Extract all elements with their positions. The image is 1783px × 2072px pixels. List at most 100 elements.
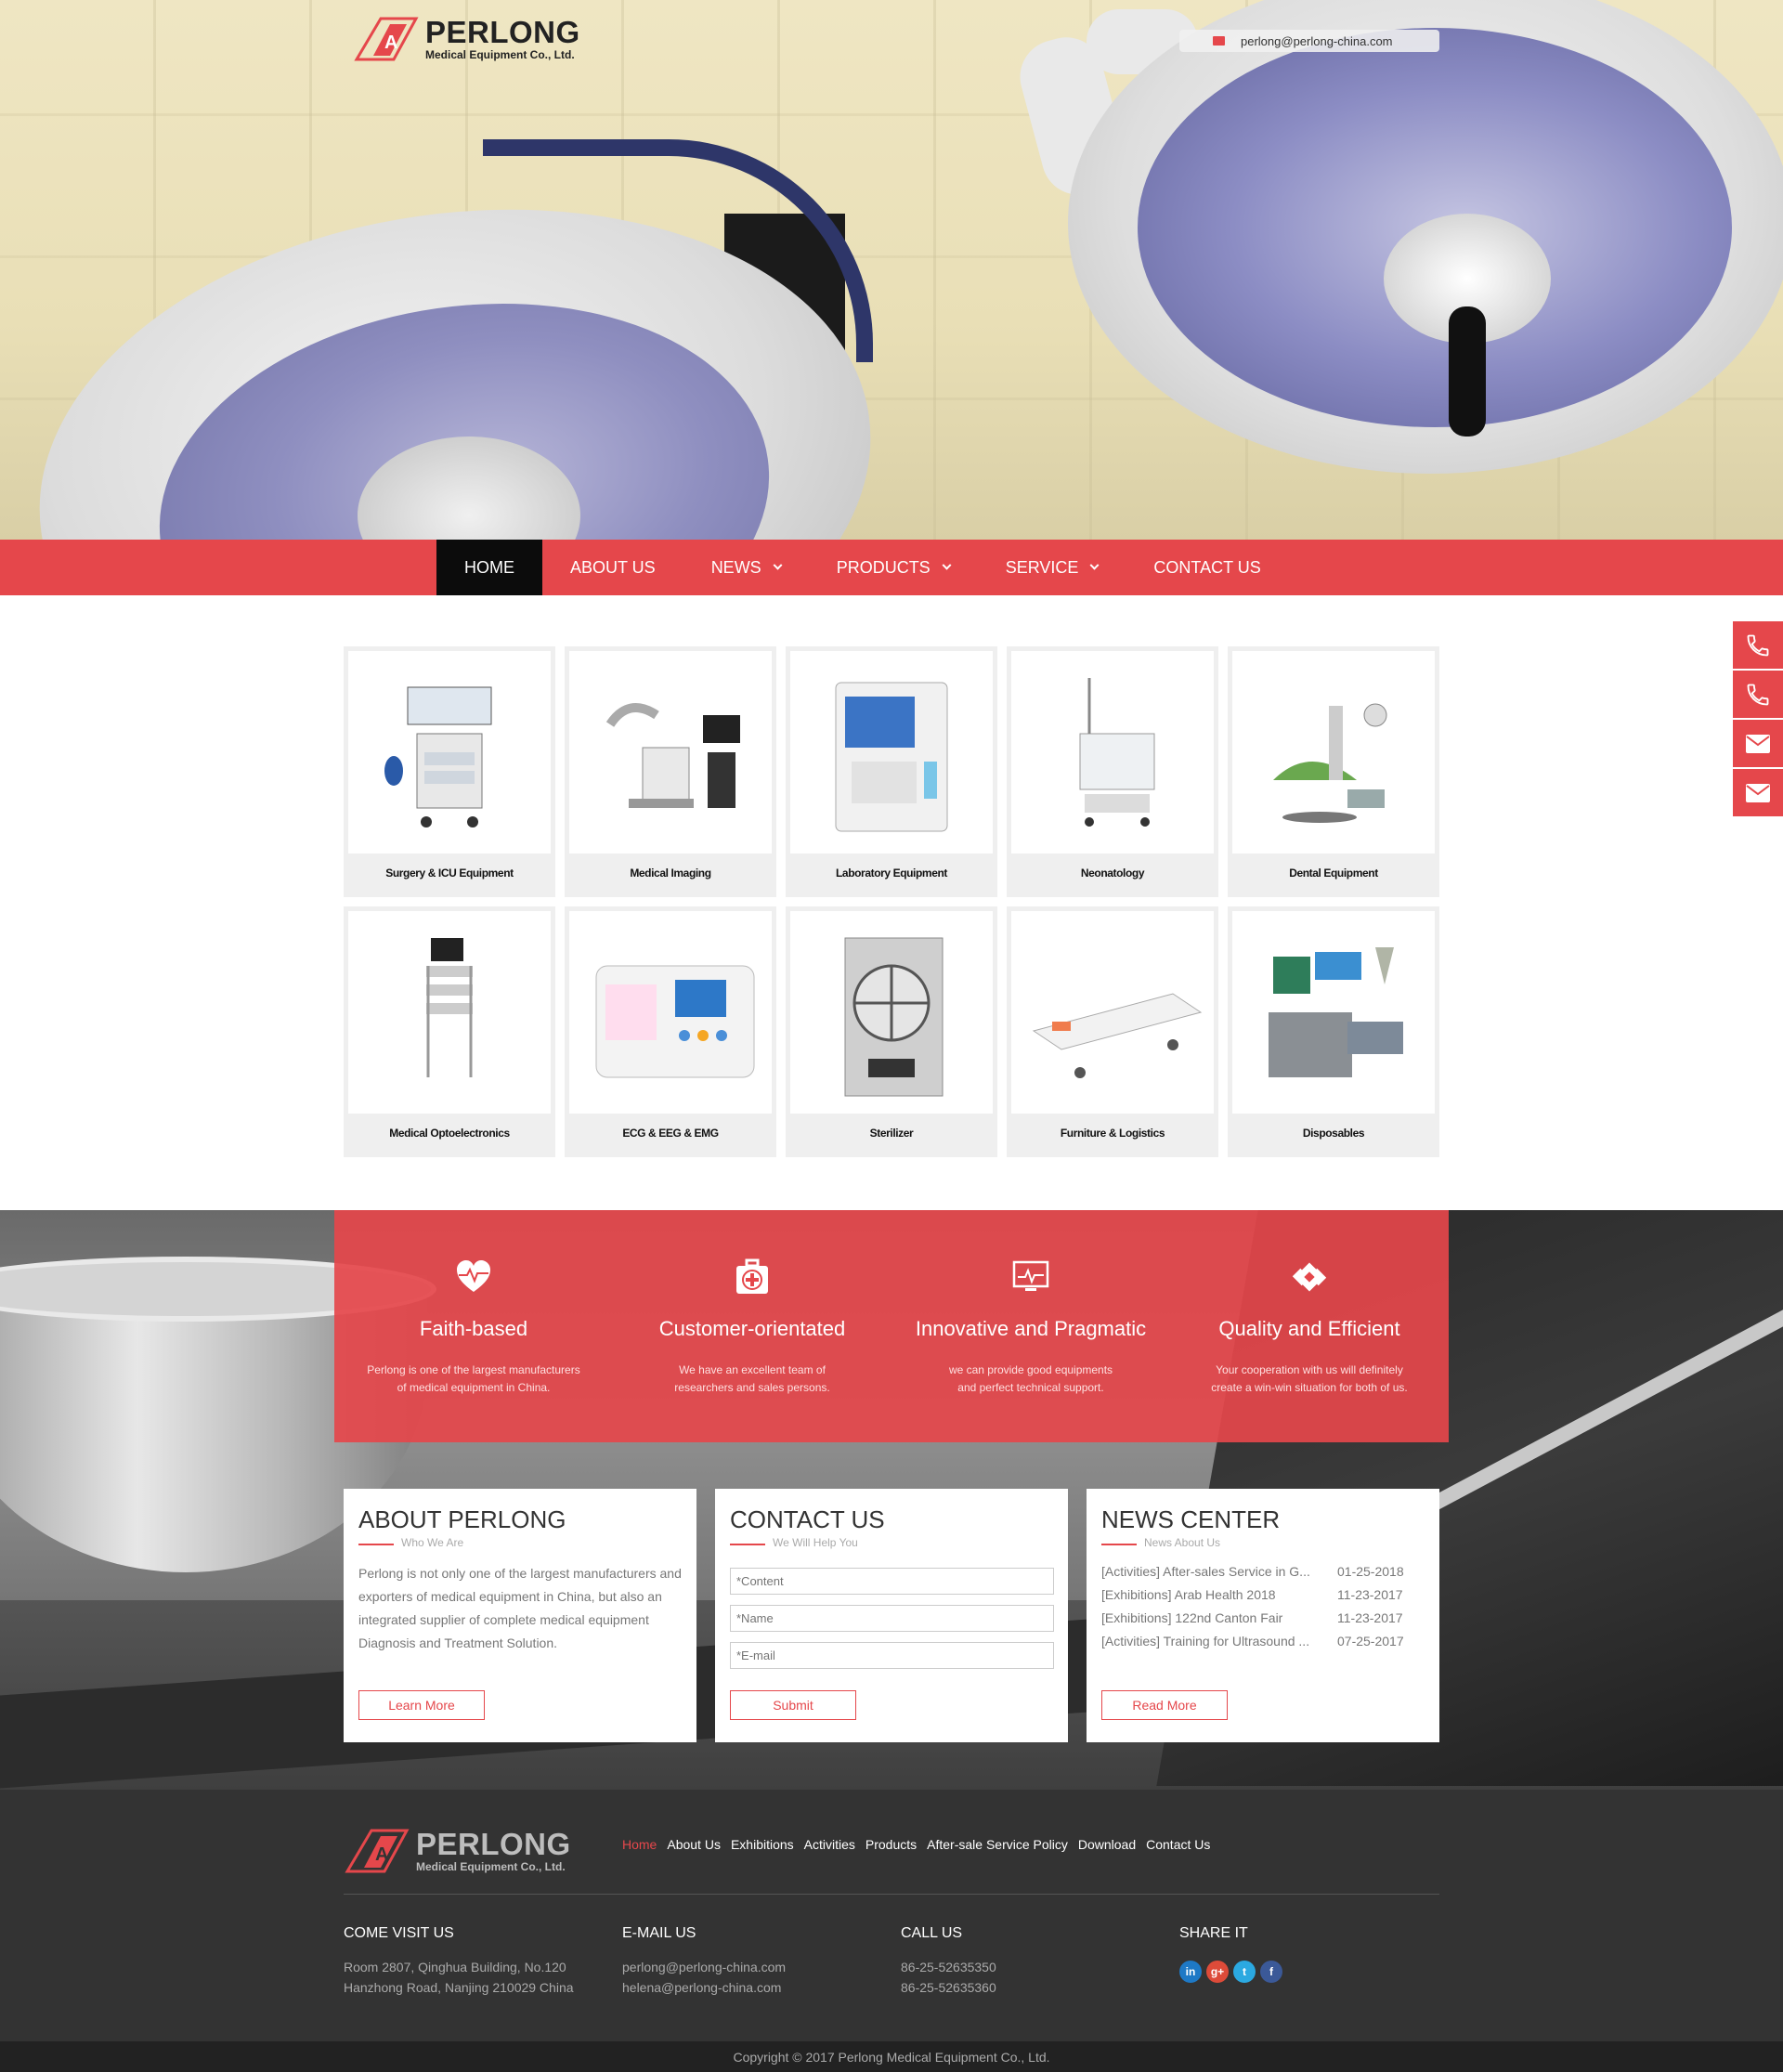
product-card[interactable]: Surgery & ICU Equipment [344,646,555,897]
news-item[interactable]: [Activities] Training for Ultrasound ...… [1101,1630,1425,1653]
email-input[interactable] [730,1642,1054,1669]
google-plus-icon[interactable]: g+ [1206,1961,1229,1983]
side-phone-button-2[interactable] [1733,671,1783,720]
product-card[interactable]: Laboratory Equipment [786,646,997,897]
footer-col-title: COME VISIT US [344,1925,454,1941]
product-label: Laboratory Equipment [835,867,947,880]
news-item[interactable]: [Exhibitions] 122nd Canton Fair 11-23-201… [1101,1607,1425,1630]
header-email[interactable]: perlong@perlong-china.com [1179,30,1439,52]
product-image [569,651,772,854]
envelope-icon [1213,36,1225,46]
nav-item-contact-us[interactable]: CONTACT US [1126,540,1288,595]
footer-nav: Home About Us Exhibitions Activities Product… [622,1837,1210,1852]
news-item[interactable]: [Exhibitions] Arab Health 2018 11-23-2017 [1101,1583,1425,1607]
submit-button[interactable]: Submit [730,1690,856,1720]
phone-number: 86-25-52635360 [901,1980,996,1995]
footer-link-about-us[interactable]: About Us [667,1837,721,1852]
twitter-icon[interactable]: t [1233,1961,1256,1983]
features-strip: Faith-based Perlong is one of the larges… [334,1210,1449,1442]
svg-text:A: A [375,1844,388,1865]
address-line: Hanzhong Road, Nanjing 210029 China [344,1980,574,1995]
nav-item-products[interactable]: PRODUCTS [809,540,978,595]
email-link[interactable]: helena@perlong-china.com [622,1977,901,1998]
product-label: ECG & EEG & EMG [622,1127,719,1140]
content-input[interactable] [730,1568,1054,1595]
footer-link-exhibitions[interactable]: Exhibitions [731,1837,794,1852]
feature-title: Quality and Efficient [1218,1317,1400,1340]
side-email-button-1[interactable] [1733,720,1783,769]
feature-title: Innovative and Pragmatic [915,1317,1147,1340]
monitor-icon [1012,1260,1049,1291]
learn-more-button[interactable]: Learn More [358,1690,485,1720]
product-image [790,911,993,1114]
product-card[interactable]: ECG & EEG & EMG [565,906,776,1157]
feature-desc-line: researchers and sales persons. [674,1381,830,1394]
product-card[interactable]: Furniture & Logistics [1007,906,1218,1157]
envelope-icon [1746,734,1770,753]
footer-link-products[interactable]: Products [865,1837,917,1852]
main-nav: HOME ABOUT US NEWS PRODUCTS SERVICE CONTACT U… [0,540,1783,595]
phone-icon [1747,634,1769,656]
footer-col-title: CALL US [901,1925,963,1941]
product-image [348,651,551,854]
product-categories: Surgery & ICU Equipment Medical Imaging La… [344,646,1439,1157]
product-image [348,911,551,1114]
feature-faith-based: Faith-based Perlong is one of the larges… [334,1210,613,1442]
panel-title: ABOUT PERLONG [358,1505,566,1533]
footer-link-contact-us[interactable]: Contact Us [1146,1837,1210,1852]
nav-item-about-us[interactable]: ABOUT US [542,540,683,595]
feature-title: Customer-orientated [658,1317,846,1340]
product-label: Disposables [1302,1127,1365,1140]
footer-link-activities[interactable]: Activities [804,1837,855,1852]
feature-title: Faith-based [419,1317,528,1340]
product-card[interactable]: Medical Imaging [565,646,776,897]
feature-desc-line: create a win-win situation for both of u… [1211,1381,1408,1394]
footer-link-home[interactable]: Home [622,1837,657,1852]
about-text: Perlong is not only one of the largest m… [358,1566,682,1650]
phone-icon [1747,684,1769,705]
side-contact-bar [1733,621,1783,818]
side-phone-button-1[interactable] [1733,621,1783,671]
panel-subtitle: We Will Help You [730,1536,1053,1549]
facebook-icon[interactable]: f [1260,1961,1282,1983]
product-card[interactable]: Neonatology [1007,646,1218,897]
footer-link-download[interactable]: Download [1078,1837,1136,1852]
product-card[interactable]: Medical Optoelectronics [344,906,555,1157]
envelope-icon [1746,783,1770,802]
product-image [1011,651,1214,854]
product-label: Medical Optoelectronics [389,1127,510,1140]
chevron-down-icon [942,560,952,570]
nav-item-home[interactable]: HOME [436,540,542,595]
chevron-down-icon [1089,560,1100,570]
panel-title: CONTACT US [730,1505,885,1533]
feature-innovative: Innovative and Pragmatic we can provide … [892,1210,1170,1442]
product-card[interactable]: Disposables [1228,906,1439,1157]
footer-link-after-sale-service-policy[interactable]: After-sale Service Policy [927,1837,1068,1852]
site-logo[interactable]: A PERLONG Medical Equipment Co., Ltd. [353,15,580,63]
news-item[interactable]: [Activities] After-sales Service in G...… [1101,1560,1425,1583]
product-card[interactable]: Sterilizer [786,906,997,1157]
news-title: [Exhibitions] Arab Health 2018 [1101,1587,1276,1602]
about-panel: ABOUT PERLONG Who We Are Perlong is not … [344,1489,696,1742]
feature-desc-line: of medical equipment in China. [397,1381,551,1394]
news-panel: NEWS CENTER News About Us [Activities] A… [1087,1489,1439,1742]
name-input[interactable] [730,1605,1054,1632]
info-panels: ABOUT PERLONG Who We Are Perlong is not … [344,1489,1439,1742]
read-more-button[interactable]: Read More [1101,1690,1228,1720]
side-email-button-2[interactable] [1733,769,1783,818]
bandage-icon [1292,1262,1327,1292]
news-date: 11-23-2017 [1337,1610,1403,1625]
footer-logo[interactable]: A PERLONG Medical Equipment Co., Ltd. [344,1827,571,1875]
product-card[interactable]: Dental Equipment [1228,646,1439,897]
product-image [1232,651,1435,854]
footer-email: E-MAIL US perlong@perlong-china.com hele… [622,1925,901,1998]
feature-desc-line: we can provide good equipments [948,1363,1113,1376]
news-title: [Activities] After-sales Service in G... [1101,1564,1310,1579]
nav-item-news[interactable]: NEWS [683,540,809,595]
email-link[interactable]: perlong@perlong-china.com [622,1957,901,1977]
nav-item-label: SERVICE [1005,557,1079,577]
linkedin-icon[interactable]: in [1179,1961,1202,1983]
product-image [790,651,993,854]
news-title: [Exhibitions] 122nd Canton Fair [1101,1610,1283,1625]
nav-item-service[interactable]: SERVICE [978,540,1126,595]
